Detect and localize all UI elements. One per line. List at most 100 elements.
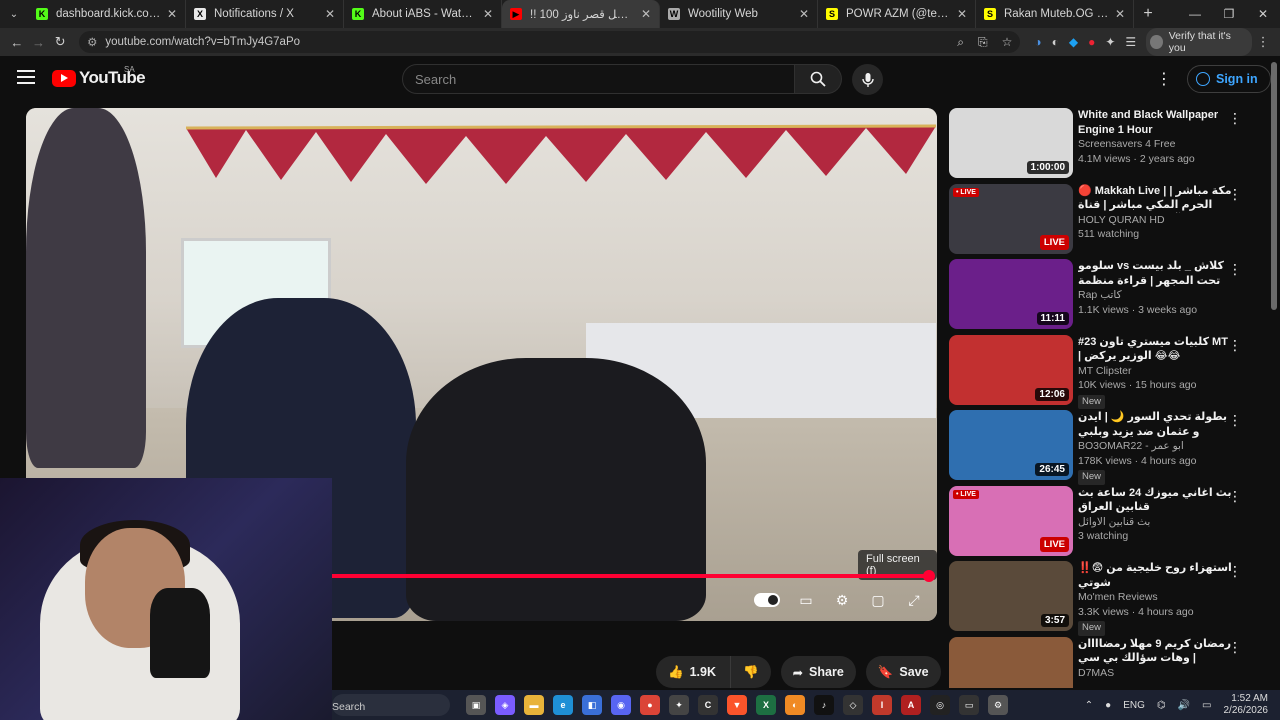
app-icon[interactable]: A [901,695,921,715]
browser-tab[interactable]: K About iABS - Watch Live on Kick ✕ [344,0,502,28]
recommended-video[interactable]: 11:11 سلومو vs كلاش _ بلد بيست تحت المجهر… [949,259,1254,335]
channel-name[interactable]: بث قنابين الاوائل [1078,515,1234,530]
browser-tab[interactable]: ▶ !! 100 يوتيوبر داخل قصر ناوز ✕ [502,0,660,28]
volume-icon[interactable]: 🔊 [1178,700,1190,711]
autoplay-toggle[interactable] [754,593,780,607]
recommended-video[interactable]: • LIVE LIVE 🔴 Makkah Live | مكة مباشر | ال… [949,183,1254,260]
video-thumbnail[interactable] [949,636,1073,688]
video-title[interactable]: ‼️😨 استهزاء روح خليجية من شوتي [1078,561,1234,590]
obs-icon[interactable]: ◎ [930,695,950,715]
tab-close-icon[interactable]: ✕ [325,7,335,21]
channel-name[interactable]: Mo'men Reviews [1078,590,1234,605]
address-bar[interactable]: ⚙ youtube.com/watch?v=bTmJy4G7aPo ⌕ ⎘ ☆ [79,31,1021,53]
brave-icon[interactable]: ▼ [727,695,747,715]
video-title[interactable]: #23 كلبيات ميستري تاون MT | الوزير يركض … [1078,335,1234,364]
browser-tab[interactable]: X Notifications / X ✕ [186,0,344,28]
video-menu-kebab-icon[interactable]: ⋮ [1228,186,1242,203]
extension-icon[interactable]: ◆ [1069,35,1078,49]
search-button[interactable] [795,64,842,94]
browser-tab[interactable]: S POWR AZM (@tehazm) | Snapchat ✕ [818,0,976,28]
video-menu-kebab-icon[interactable]: ⋮ [1228,563,1242,580]
save-button[interactable]: 🔖 Save [865,656,941,688]
recommended-video[interactable]: 1:00:00 White and Black Wallpaper Engine … [949,108,1254,184]
back-icon[interactable]: ← [6,35,28,50]
clock[interactable]: 1:52 AM 2/26/2026 [1224,693,1269,717]
tab-close-icon[interactable]: ✕ [1115,7,1125,21]
voice-search-button[interactable] [852,64,883,95]
extension-icon[interactable]: ◑ [1034,35,1041,49]
video-title[interactable]: White and Black Wallpaper Engine 1 Hour [1078,108,1234,137]
tiktok-icon[interactable]: ♪ [814,695,834,715]
reload-icon[interactable]: ↻ [49,34,71,50]
channel-name[interactable]: MT Clipster [1078,364,1234,379]
video-thumbnail[interactable]: 11:11 [949,259,1073,329]
edge-icon[interactable]: e [553,695,573,715]
sign-in-button[interactable]: Sign in [1187,65,1271,93]
scrubber-handle[interactable] [923,570,935,582]
youtube-logo[interactable]: YouTube SA [52,65,146,88]
like-button[interactable]: 👍 1.9K [656,656,731,688]
theater-mode-icon[interactable]: ▢ [868,590,888,610]
close-window-icon[interactable]: ✕ [1246,7,1280,21]
language-indicator[interactable]: ENG [1123,700,1145,711]
video-title[interactable]: 🔴 Makkah Live | مكة مباشر | الحرم المكي … [1078,184,1234,213]
channel-name[interactable]: BO3OMAR22 - ابو عمر [1078,439,1234,454]
video-thumbnail[interactable]: • LIVE LIVE [949,485,1073,556]
subtitles-icon[interactable]: ▭ [796,590,816,610]
recommended-video[interactable]: 12:06 #23 كلبيات ميستري تاون MT | الوزير … [949,334,1254,411]
video-menu-kebab-icon[interactable]: ⋮ [1228,412,1242,429]
tab-search-icon[interactable]: ⌄ [0,0,28,28]
tab-close-icon[interactable]: ✕ [641,7,651,21]
browser-tab[interactable]: Kdashboard.kick.com/stream ✕ [28,0,186,28]
tab-close-icon[interactable]: ✕ [957,7,967,21]
video-title[interactable]: رمضان كريم 9 مهلا رمضاااان | وهات سؤالك … [1078,637,1234,666]
share-button[interactable]: ➦ Share [780,656,856,688]
fullscreen-icon[interactable]: ⤢ [904,590,924,610]
zoom-icon[interactable]: ⌕ [957,35,964,50]
settings-icon[interactable]: ⚙ [988,695,1008,715]
extensions-puzzle-icon[interactable]: ✦ [1105,35,1115,49]
extension-icon[interactable]: ◐ [1052,35,1059,49]
discord-icon[interactable]: ◉ [611,695,631,715]
recommended-video[interactable]: 3:57 ‼️😨 استهزاء روح خليجية من شوتي Mo'men… [949,561,1254,637]
recommended-video[interactable]: رمضان كريم 9 مهلا رمضاااان | وهات سؤالك … [949,636,1254,688]
video-menu-kebab-icon[interactable]: ⋮ [1228,261,1242,278]
taskbar-search[interactable]: Search [332,694,450,716]
menu-hamburger-icon[interactable] [17,70,35,84]
restore-icon[interactable]: ❐ [1212,7,1246,21]
battery-icon[interactable]: ▭ [1202,700,1211,711]
file-explorer-icon[interactable]: ▬ [524,695,544,715]
video-thumbnail[interactable]: 1:00:00 [949,108,1073,178]
tab-close-icon[interactable]: ✕ [167,7,177,21]
reading-list-icon[interactable]: ☰ [1125,35,1136,49]
browser-tab[interactable]: S Rakan Muteb.OG (@rms.25) | Sn ✕ [976,0,1134,28]
tab-close-icon[interactable]: ✕ [799,7,809,21]
video-menu-kebab-icon[interactable]: ⋮ [1228,110,1242,127]
search-input[interactable]: Search [402,64,795,94]
app-icon[interactable]: ◐ [785,695,805,715]
video-menu-kebab-icon[interactable]: ⋮ [1228,488,1242,505]
extension-icon[interactable]: ● [1088,35,1095,49]
video-title[interactable]: بث اغاني ميوزك 24 ساعة بث قنابين العراق [1078,486,1234,515]
app-icon[interactable]: ✦ [669,695,689,715]
channel-name[interactable]: Rap كاتب [1078,288,1234,303]
recommended-video[interactable]: 26:45 بطولة تحدي السور 🌙 | ايدن و عثمان ض… [949,410,1254,486]
tab-close-icon[interactable]: ✕ [483,7,493,21]
video-thumbnail[interactable]: • LIVE LIVE [949,183,1073,254]
excel-icon[interactable]: X [756,695,776,715]
video-title[interactable]: بطولة تحدي السور 🌙 | ايدن و عثمان ضد يزي… [1078,410,1234,439]
recommended-video[interactable]: • LIVE LIVE بث اغاني ميوزك 24 ساعة بث قناب… [949,485,1254,562]
forward-icon[interactable]: → [28,35,50,50]
chrome-icon[interactable]: ● [640,695,660,715]
dislike-button[interactable]: 👎 [730,656,771,688]
copilot-icon[interactable]: ◈ [495,695,515,715]
mic-tray-icon[interactable]: ● [1105,700,1111,711]
video-title[interactable]: سلومو vs كلاش _ بلد بيست تحت المجهر | قر… [1078,259,1234,288]
app-icon[interactable]: ▭ [959,695,979,715]
settings-kebab-icon[interactable]: ⋮ [1156,69,1172,89]
settings-gear-icon[interactable]: ⚙ [832,590,852,610]
video-thumbnail[interactable]: 12:06 [949,334,1073,405]
browser-menu-icon[interactable]: ⋮ [1252,34,1274,50]
bookmark-star-icon[interactable]: ☆ [1002,35,1013,50]
channel-name[interactable]: Screensavers 4 Free [1078,137,1234,152]
